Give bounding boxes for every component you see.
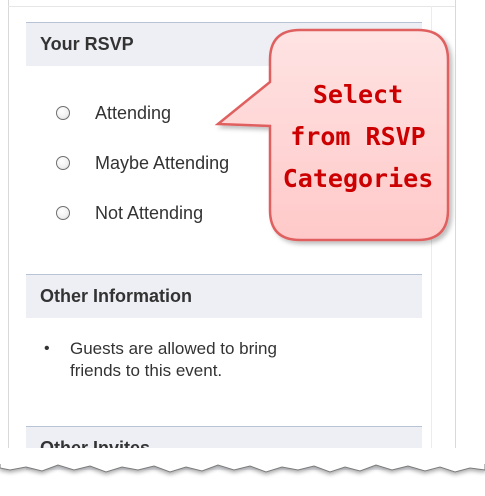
guests-note-line-1: Guests are allowed to bring xyxy=(70,339,277,358)
rsvp-option-label: Attending xyxy=(95,102,172,123)
rsvp-section-title: Your RSVP xyxy=(40,34,134,54)
radio-button[interactable] xyxy=(56,156,70,170)
guests-note-line-2: friends to this event. xyxy=(70,361,223,380)
other-information-title: Other Information xyxy=(40,286,192,306)
list-item: • Guests are allowed to bring friends to… xyxy=(44,338,422,382)
rsvp-option-label: Not Attending xyxy=(95,202,204,223)
radio-button[interactable] xyxy=(56,206,70,220)
frame-border-left xyxy=(8,0,9,470)
torn-edge xyxy=(0,448,485,473)
radio-button[interactable] xyxy=(56,106,70,120)
other-information-body: • Guests are allowed to bring friends to… xyxy=(26,318,422,426)
guests-note: Guests are allowed to bring friends to t… xyxy=(70,338,360,382)
screenshot-canvas: Your RSVP Attending Maybe Attending Not … xyxy=(0,0,485,496)
other-information-header: Other Information xyxy=(26,274,422,318)
callout-line-3: Categories xyxy=(282,164,434,193)
bullet-icon: • xyxy=(44,340,50,357)
callout-line-1: Select xyxy=(312,80,404,109)
callout-line-2: from RSVP xyxy=(290,122,426,151)
frame-border-top xyxy=(8,6,456,7)
callout-text: Select from RSVP Categories xyxy=(268,74,448,200)
